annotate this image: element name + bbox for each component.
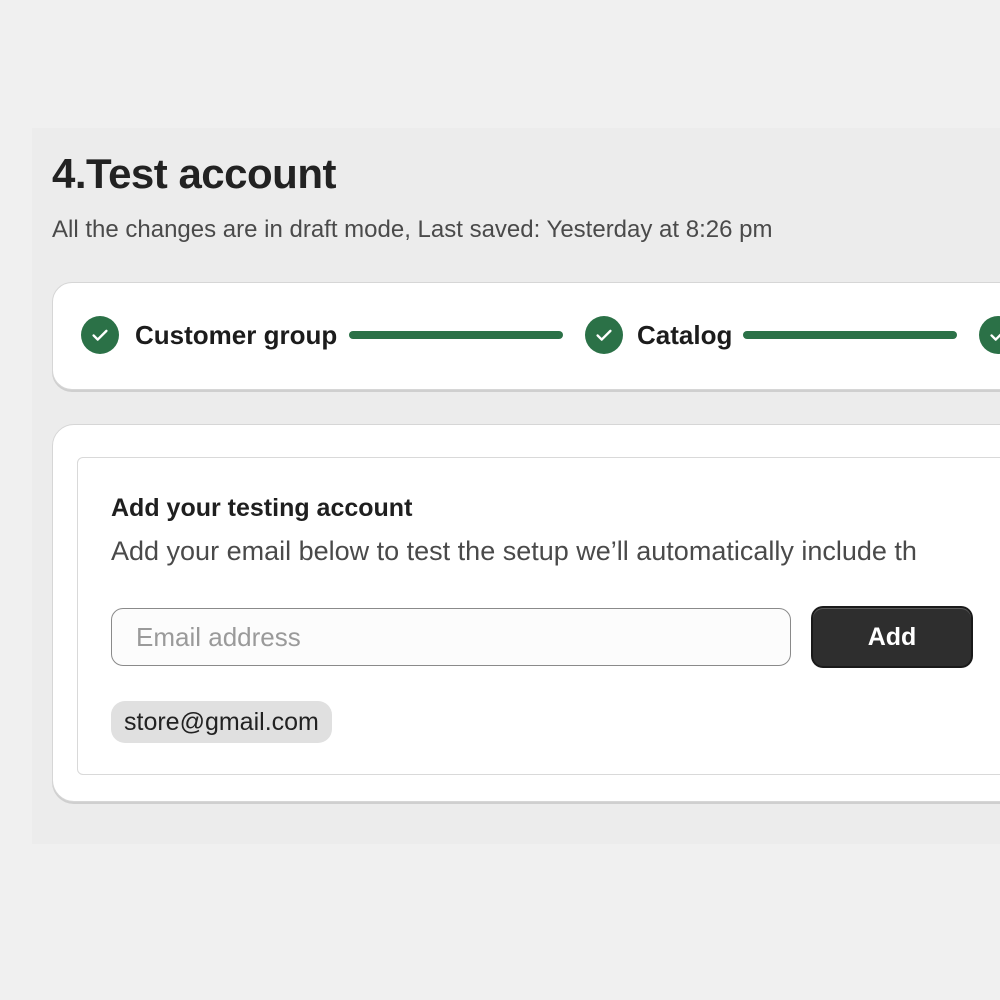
test-email-text: store@gmail.com: [124, 707, 319, 736]
testing-account-card: Add your testing account Add your email …: [52, 424, 1000, 802]
step-connector: [743, 331, 957, 339]
testing-account-section: Add your testing account Add your email …: [77, 457, 1000, 775]
test-email-chip[interactable]: store@gmail.com: [111, 701, 332, 743]
step-label-catalog[interactable]: Catalog: [637, 319, 732, 351]
section-heading: Add your testing account: [111, 494, 413, 522]
email-address-input[interactable]: [111, 608, 791, 666]
draft-status-text: All the changes are in draft mode, Last …: [52, 216, 773, 243]
check-circle-icon: [979, 316, 1000, 354]
add-button[interactable]: Add: [813, 608, 971, 666]
step-label-customer-group[interactable]: Customer group: [135, 319, 337, 351]
page-title: 4.Test account: [52, 150, 336, 197]
progress-stepper: Customer group Catalog: [52, 282, 1000, 390]
test-account-panel: 4.Test account All the changes are in dr…: [32, 128, 1000, 844]
check-circle-icon: [585, 316, 623, 354]
check-circle-icon: [81, 316, 119, 354]
step-connector: [349, 331, 563, 339]
section-description: Add your email below to test the setup w…: [111, 536, 917, 566]
